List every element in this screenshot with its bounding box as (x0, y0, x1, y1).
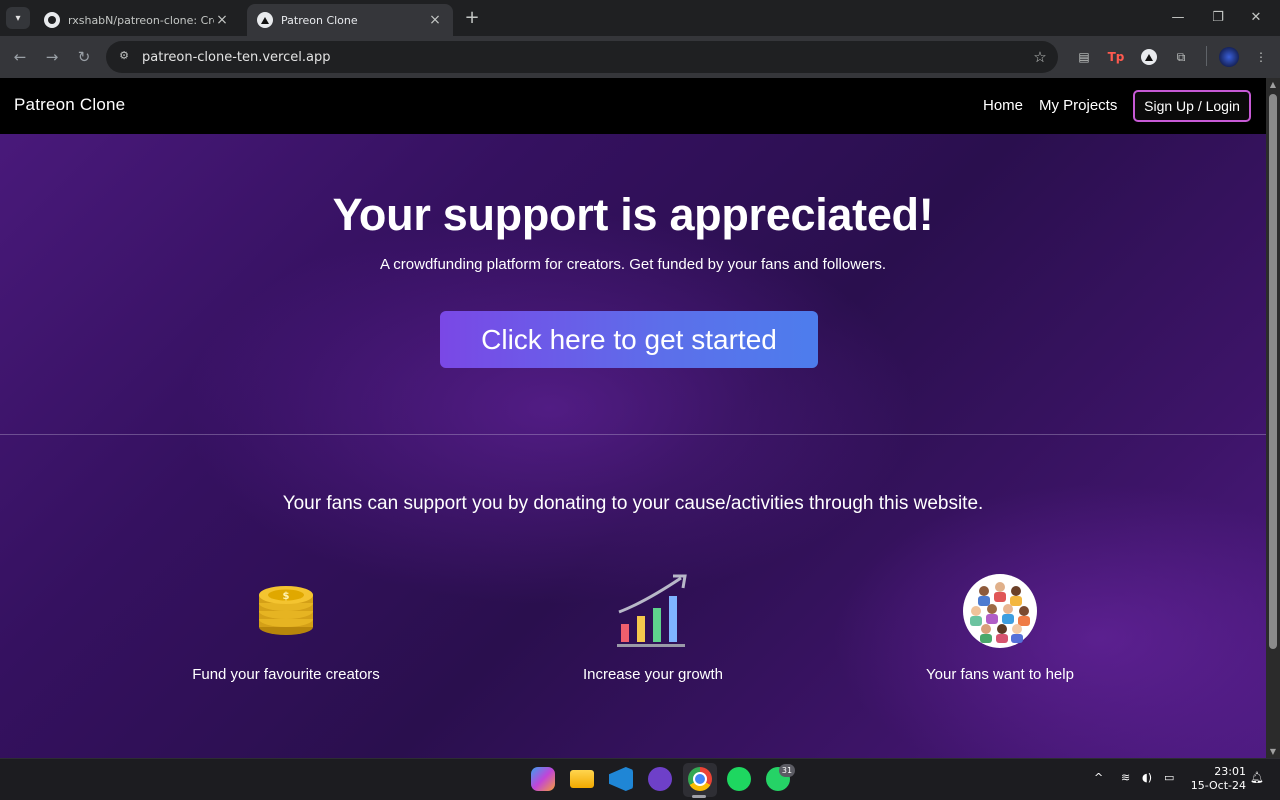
scroll-up-icon[interactable]: ▲ (1266, 80, 1280, 89)
toolbar-divider (1206, 46, 1207, 66)
show-hidden-icons-icon[interactable]: ^ (1094, 771, 1103, 784)
feature-caption: Increase your growth (582, 666, 724, 683)
github-icon (44, 12, 60, 28)
volume-icon[interactable]: ◖) (1142, 771, 1152, 784)
address-bar[interactable]: ⚙ patreon-clone-ten.vercel.app ☆ (106, 41, 1058, 73)
section-description: Your fans can support you by donating to… (282, 493, 984, 514)
tab-title: Patreon Clone (281, 13, 358, 27)
browser-tab-bar: ▾ rxshabN/patreon-clone: Created × Patre… (0, 0, 1280, 36)
back-icon[interactable]: ← (10, 47, 30, 67)
scroll-down-icon[interactable]: ▼ (1266, 747, 1280, 756)
spotify-icon[interactable] (727, 767, 751, 791)
nav-link-my-projects[interactable]: My Projects (1039, 97, 1117, 114)
signup-login-button[interactable]: Sign Up / Login (1133, 90, 1251, 122)
close-window-icon[interactable]: ✕ (1246, 10, 1266, 25)
page-scrollbar[interactable]: ▲ ▼ (1266, 78, 1280, 758)
close-icon[interactable]: × (214, 12, 230, 28)
site-navbar: Patreon Clone Home My Projects Sign Up /… (0, 78, 1266, 134)
clock-date: 15-Oct-24 (1190, 779, 1246, 792)
menu-kebab-icon[interactable]: ⋮ (1251, 47, 1271, 67)
reload-icon[interactable]: ↻ (74, 47, 94, 67)
new-tab-icon[interactable]: + (462, 8, 482, 28)
reading-list-icon[interactable]: ▤ (1074, 47, 1094, 67)
feature-fans-help: Your fans want to help (850, 572, 1150, 683)
os-taskbar (0, 758, 1280, 800)
tp-extension-icon[interactable]: Tp (1106, 47, 1126, 67)
chrome-running-indicator (692, 795, 706, 798)
close-icon[interactable]: × (427, 12, 443, 28)
battery-icon[interactable]: ▭ (1164, 771, 1174, 784)
notification-bell-icon[interactable]: 🔔︎ (1250, 771, 1264, 784)
fans-group-icon (850, 572, 1150, 650)
clock-time: 23:01 (1214, 765, 1246, 778)
feature-caption: Your fans want to help (926, 666, 1074, 683)
github-desktop-icon[interactable] (648, 767, 672, 791)
file-explorer-icon[interactable] (570, 770, 594, 788)
get-started-button[interactable]: Click here to get started (440, 311, 818, 368)
nav-link-home[interactable]: Home (983, 97, 1023, 114)
feature-growth: Increase your growth (503, 572, 803, 683)
feature-fund-creators: $ Fund your favourite creators (136, 572, 436, 683)
browser-toolbar: ← → ↻ ⚙ patreon-clone-ten.vercel.app ☆ ▤… (0, 36, 1280, 78)
wifi-icon[interactable]: ≋ (1121, 771, 1130, 784)
minimize-icon[interactable]: — (1168, 10, 1188, 25)
profile-avatar[interactable] (1219, 47, 1239, 67)
url-text[interactable]: patreon-clone-ten.vercel.app (142, 50, 1030, 65)
tab-github[interactable]: rxshabN/patreon-clone: Created × (34, 4, 240, 36)
copilot-icon[interactable] (531, 767, 555, 791)
whatsapp-notification-badge: 31 (779, 764, 795, 777)
hero-subtitle: A crowdfunding platform for creators. Ge… (379, 256, 887, 273)
tab-title: rxshabN/patreon-clone: Created (68, 13, 214, 27)
tab-search-icon[interactable]: ▾ (6, 7, 30, 29)
brand-logo-text[interactable]: Patreon Clone (14, 95, 125, 115)
restore-icon[interactable]: ❐ (1208, 10, 1228, 25)
page-viewport: Patreon Clone Home My Projects Sign Up /… (0, 78, 1266, 758)
tab-patreon-clone[interactable]: Patreon Clone × (247, 4, 453, 36)
windows-start-icon[interactable] (491, 767, 515, 791)
site-info-icon[interactable]: ⚙ (116, 49, 132, 65)
system-clock[interactable]: 23:01 15-Oct-24 (1188, 765, 1246, 793)
scrollbar-thumb[interactable] (1269, 94, 1277, 649)
chrome-icon[interactable] (688, 767, 712, 791)
svg-text:$: $ (283, 591, 290, 602)
forward-icon[interactable]: → (42, 47, 62, 67)
hero-title: Your support is appreciated! (332, 189, 934, 240)
vercel-icon (257, 12, 273, 28)
vercel-extension-icon[interactable] (1141, 49, 1157, 65)
extensions-puzzle-icon[interactable]: ⧉ (1171, 47, 1191, 67)
growth-chart-icon (503, 572, 803, 650)
section-divider (0, 434, 1266, 435)
coins-icon: $ (136, 572, 436, 650)
bookmark-star-icon[interactable]: ☆ (1030, 48, 1050, 66)
feature-caption: Fund your favourite creators (192, 666, 380, 683)
